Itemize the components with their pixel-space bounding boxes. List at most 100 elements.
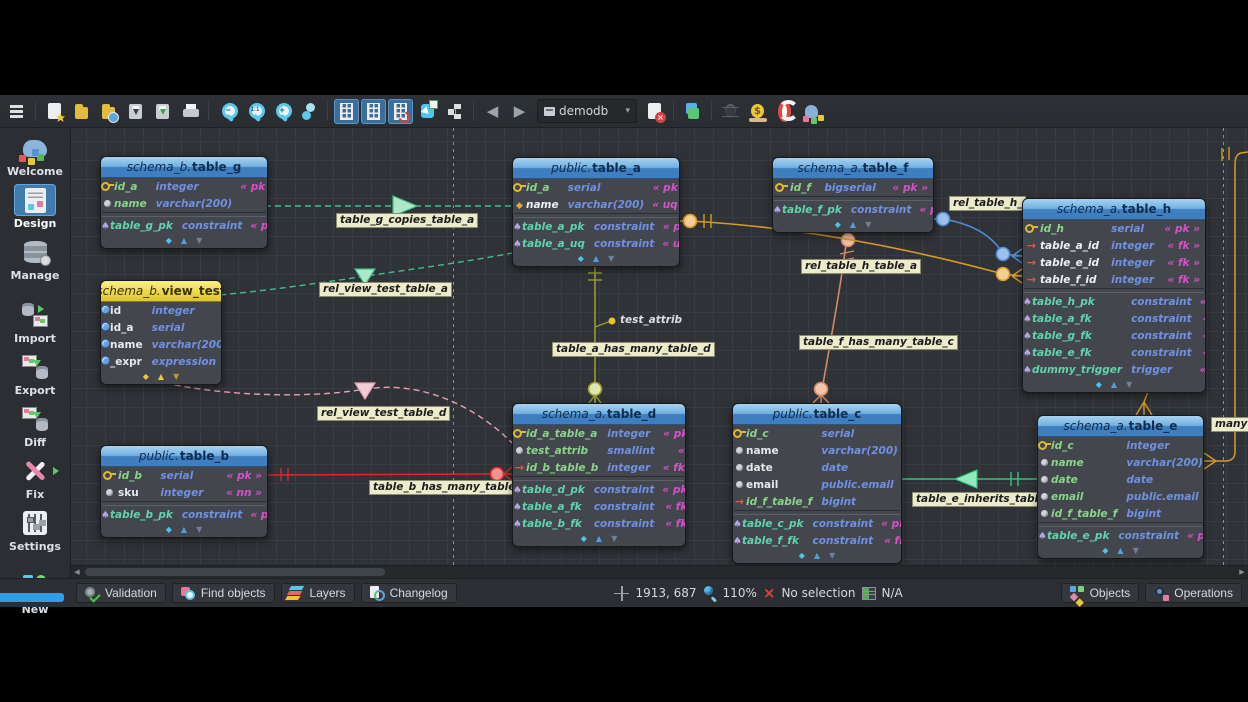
support-button[interactable]	[772, 99, 797, 124]
entity-header[interactable]: schema_a.table_d	[513, 404, 685, 425]
entity-header[interactable]: public.table_c	[733, 404, 901, 425]
table-table_c[interactable]: public.table_cid_cserial« pk »namevarcha…	[732, 403, 902, 564]
save-model-button[interactable]	[123, 99, 148, 124]
collapse-down-icon[interactable]: ▼	[1126, 381, 1132, 389]
collapse-diamond-icon[interactable]: ◆	[799, 552, 805, 560]
save-as-button[interactable]	[150, 99, 175, 124]
table-table_e[interactable]: schema_a.table_eid_cinteger« pk »namevar…	[1037, 415, 1204, 559]
entity-header[interactable]: schema_a.table_h	[1023, 199, 1205, 220]
fit-view-button[interactable]	[296, 99, 321, 124]
attr-row[interactable]: id_aserial« pk »	[513, 179, 680, 196]
diagram-canvas[interactable]: ◀ ▶ table_g_copies_table_arel_view_test_…	[71, 128, 1248, 578]
open-model-button[interactable]	[69, 99, 94, 124]
attr-row[interactable]: emailpublic.email	[733, 476, 902, 493]
arrange-objects-button[interactable]	[680, 99, 705, 124]
print-model-button[interactable]	[177, 99, 202, 124]
nav-forward-button[interactable]: ▶	[507, 99, 532, 124]
table-table_f[interactable]: schema_a.table_fid_fbigserial« pk »♠tabl…	[772, 157, 934, 233]
ext-row[interactable]: ♠dummy_triggertrigger« b i »	[1023, 361, 1206, 378]
collapse-up-icon[interactable]: ▲	[158, 373, 164, 381]
ext-row[interactable]: ♠table_d_pkconstraint« pk »	[513, 481, 686, 498]
relationship-table_e_inherits_table_c[interactable]	[900, 470, 1037, 488]
scroll-left-icon[interactable]: ◀	[71, 566, 83, 578]
attr-row[interactable]: datedate	[733, 459, 902, 476]
attr-row[interactable]: skuinteger« nn »	[101, 484, 267, 501]
donate-button[interactable]: $	[745, 99, 770, 124]
sidebar-item-diff[interactable]: Diff	[14, 403, 56, 449]
rel-label-rel_table_h_table_a[interactable]: rel_table_h_table_a	[801, 259, 921, 274]
ext-row[interactable]: ♠table_b_pkconstraint« pk »	[101, 506, 268, 523]
scrollbar-thumb[interactable]	[85, 568, 385, 576]
ext-row[interactable]: ♠table_f_pkconstraint« pk »	[773, 201, 934, 218]
rel-label-table_b_has_many_table_d[interactable]: table_b_has_many_table_d	[369, 480, 532, 495]
attr-row[interactable]: idinteger	[101, 302, 222, 319]
attr-row[interactable]: namevarchar(200)	[733, 442, 902, 459]
relationship-table_a_has_many_table_d[interactable]	[588, 262, 616, 403]
attr-row[interactable]: →table_f_idinteger« fk »	[1023, 271, 1205, 288]
rel-label-many[interactable]: many	[1211, 417, 1248, 432]
rel-label-rel_table_h_[interactable]: rel_table_h_	[949, 196, 1026, 211]
ext-row[interactable]: ♠table_e_pkconstraint« pk »	[1038, 527, 1204, 544]
collapse-down-icon[interactable]: ▼	[865, 221, 871, 229]
ext-row[interactable]: ♠table_b_fkconstraint« fk »	[513, 515, 686, 532]
collapse-up-icon[interactable]: ▲	[593, 255, 599, 263]
ext-row[interactable]: ♠table_h_pkconstraint« pk »	[1023, 293, 1206, 310]
horizontal-scrollbar[interactable]: ◀ ▶	[71, 565, 1248, 578]
new-model-button[interactable]	[42, 99, 67, 124]
attr-row[interactable]: id_hserial« pk »	[1023, 220, 1205, 237]
ext-row[interactable]: ♠table_f_fkconstraint« fk »	[733, 532, 902, 549]
attr-row[interactable]: id_cinteger« pk »	[1038, 437, 1204, 454]
collapse-diamond-icon[interactable]: ◆	[166, 526, 172, 534]
collapse-diamond-icon[interactable]: ◆	[581, 535, 587, 543]
layers-button[interactable]: Layers	[281, 583, 355, 603]
collapse-diamond-icon[interactable]: ◆	[143, 373, 149, 381]
attr-row[interactable]: namevarchar(200)	[1038, 454, 1204, 471]
ext-row[interactable]: ♠table_a_uqconstraint« uq »	[513, 235, 680, 252]
bug-report-button[interactable]	[718, 99, 743, 124]
recent-models-button[interactable]	[96, 99, 121, 124]
attr-row[interactable]: id_bserial« pk »	[101, 467, 267, 484]
close-model-button[interactable]: ×	[642, 99, 667, 124]
sidebar-item-manage[interactable]: Manage	[11, 236, 60, 282]
collapse-up-icon[interactable]: ▲	[181, 526, 187, 534]
attr-row[interactable]: namevarchar(200)	[101, 195, 268, 212]
ext-row[interactable]: ♠table_a_fkconstraint« fk »	[513, 498, 686, 515]
attr-row[interactable]: →table_a_idinteger« fk »	[1023, 237, 1205, 254]
ext-row[interactable]: ♠table_a_fkconstraint« fk »	[1023, 310, 1206, 327]
relationship-table_b_has_many_table_d[interactable]	[265, 467, 512, 481]
collapse-down-icon[interactable]: ▼	[611, 535, 617, 543]
attr-row[interactable]: →table_e_idinteger« fk »	[1023, 254, 1205, 271]
about-button[interactable]	[799, 99, 824, 124]
attr-row[interactable]: datedate	[1038, 471, 1204, 488]
collapse-diamond-icon[interactable]: ◆	[835, 221, 841, 229]
ext-row[interactable]: ♠table_g_pkconstraint« pk »	[101, 217, 268, 234]
relationship-table_f_has_many_table_c[interactable]	[813, 228, 855, 403]
sidebar-item-design[interactable]: Design	[14, 184, 57, 230]
attr-row[interactable]: id_a_table_ainteger« pk fk »	[513, 425, 686, 442]
ext-row[interactable]: ♠table_c_pkconstraint« pk »	[733, 515, 902, 532]
snap-to-grid-button[interactable]	[361, 99, 386, 124]
attr-row[interactable]: ◆namevarchar(200)« uq »	[513, 196, 680, 213]
attr-row[interactable]: _exprexpression	[101, 353, 222, 370]
collapse-up-icon[interactable]: ▲	[850, 221, 856, 229]
expand-collapse-button[interactable]	[442, 99, 467, 124]
zoom-out-button[interactable]: −	[215, 99, 240, 124]
table-table_d[interactable]: schema_a.table_did_a_table_ainteger« pk …	[512, 403, 686, 547]
attr-row[interactable]: id_f_table_fbigint	[1038, 505, 1204, 522]
table-table_b[interactable]: public.table_bid_bserial« pk »skuinteger…	[100, 445, 268, 538]
table-table_h[interactable]: schema_a.table_hid_hserial« pk »→table_a…	[1022, 198, 1206, 393]
db-selector-dropdown[interactable]: demodb▾	[537, 99, 637, 123]
collapse-down-icon[interactable]: ▼	[196, 526, 202, 534]
collapse-up-icon[interactable]: ▲	[1117, 547, 1123, 555]
collapse-up-icon[interactable]: ▲	[181, 237, 187, 245]
collapse-up-icon[interactable]: ▲	[1111, 381, 1117, 389]
attr-row[interactable]: →id_b_table_binteger« fk nn »	[513, 459, 686, 476]
ext-row[interactable]: ♠table_a_pkconstraint« pk »	[513, 218, 680, 235]
attr-row[interactable]: emailpublic.email	[1038, 488, 1204, 505]
attr-row[interactable]: id_ainteger« pk »	[101, 178, 268, 195]
nav-back-button[interactable]: ◀	[480, 99, 505, 124]
entity-header[interactable]: public.table_a	[513, 158, 679, 179]
collapse-up-icon[interactable]: ▲	[814, 552, 820, 560]
zoom-original-button[interactable]: 1:1	[242, 99, 267, 124]
validation-button[interactable]: Validation	[76, 583, 166, 603]
